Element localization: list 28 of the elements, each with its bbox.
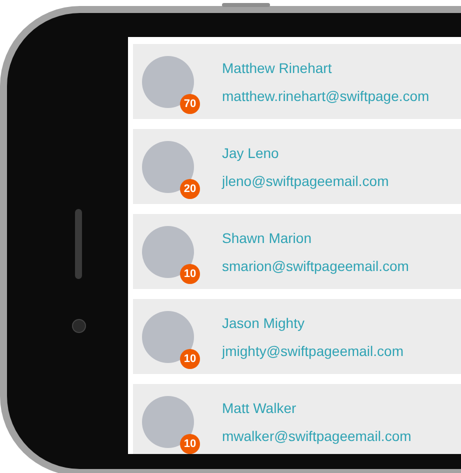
count-badge: 10 [180, 264, 200, 284]
power-button[interactable] [222, 3, 270, 7]
count-badge: 10 [180, 348, 200, 368]
contact-card[interactable]: 20 Jay Leno jleno@swiftpageemail.com [133, 129, 461, 204]
avatar-placeholder [142, 140, 194, 192]
contact-name: Jay Leno [222, 144, 280, 160]
contact-email: jmighty@swiftpageemail.com [222, 342, 404, 358]
camera-dot-icon [72, 319, 86, 333]
contact-card[interactable]: 10 Shawn Marion smarion@swiftpageemail.com [133, 214, 461, 289]
contact-card[interactable]: 10 Matt Walker mwalker@swiftpageemail.com [133, 384, 461, 454]
contact-name: Shawn Marion [222, 230, 312, 246]
count-badge: 10 [180, 434, 200, 454]
avatar-placeholder [142, 396, 194, 448]
contact-email: smarion@swiftpageemail.com [222, 258, 409, 274]
count-badge: 20 [180, 178, 200, 198]
contact-email: jleno@swiftpageemail.com [222, 172, 389, 188]
avatar-placeholder [142, 310, 194, 362]
avatar-placeholder [142, 56, 194, 108]
avatar-placeholder [142, 226, 194, 278]
contact-card[interactable]: 70 Matthew Rinehart matthew.rinehart@swiftpage.com [133, 44, 461, 119]
speaker-slot-icon [75, 209, 82, 279]
contact-email: matthew.rinehart@swiftpage.com [222, 88, 430, 104]
contact-name: Matthew Rinehart [222, 60, 333, 76]
contact-email: mwalker@swiftpageemail.com [222, 428, 412, 444]
count-badge: 70 [180, 94, 200, 114]
contact-name: Matt Walker [222, 400, 298, 416]
contact-name: Jason Mighty [222, 314, 306, 330]
contact-card[interactable]: 10 Jason Mighty jmighty@swiftpageemail.com [133, 299, 461, 374]
